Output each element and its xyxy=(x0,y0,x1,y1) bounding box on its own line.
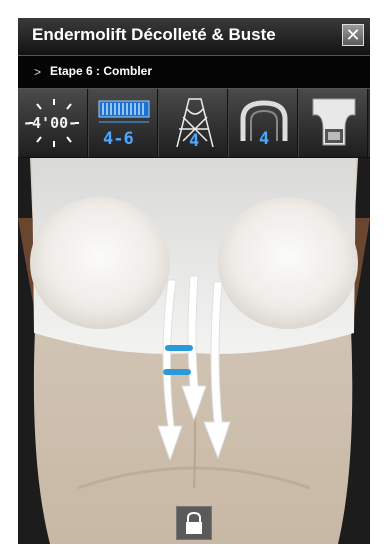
toolbar: -4'00- 4-6 4 4 xyxy=(18,89,370,157)
treatment-illustration xyxy=(18,158,370,544)
step-bar: > Etape 6 : Combler xyxy=(18,55,370,89)
timer-value: -4'00- xyxy=(23,114,78,132)
step-label: Etape 6 : Combler xyxy=(50,64,153,78)
intensity-value: 4-6 xyxy=(103,129,134,149)
treatment-head-tool[interactable] xyxy=(298,89,368,157)
roller-value: 4 xyxy=(189,131,200,151)
title-bar: Endermolift Décolleté & Buste ✕ xyxy=(18,18,370,54)
head-value: 4 xyxy=(259,129,270,149)
app-window: Endermolift Décolleté & Buste ✕ > Etape … xyxy=(18,18,370,544)
close-button[interactable]: ✕ xyxy=(342,24,364,46)
lock-icon xyxy=(186,511,202,534)
roller-tool[interactable]: 4 xyxy=(158,89,228,157)
treatment-head-icon xyxy=(312,98,356,146)
window-title: Endermolift Décolleté & Buste xyxy=(32,25,276,44)
timer-tool[interactable]: -4'00- xyxy=(18,89,88,157)
lock-button[interactable] xyxy=(176,506,212,540)
chevron-right-icon: > xyxy=(34,65,42,79)
head-tool[interactable]: 4 xyxy=(228,89,298,157)
close-icon: ✕ xyxy=(345,25,361,45)
intensity-tool[interactable]: 4-6 xyxy=(88,89,158,157)
